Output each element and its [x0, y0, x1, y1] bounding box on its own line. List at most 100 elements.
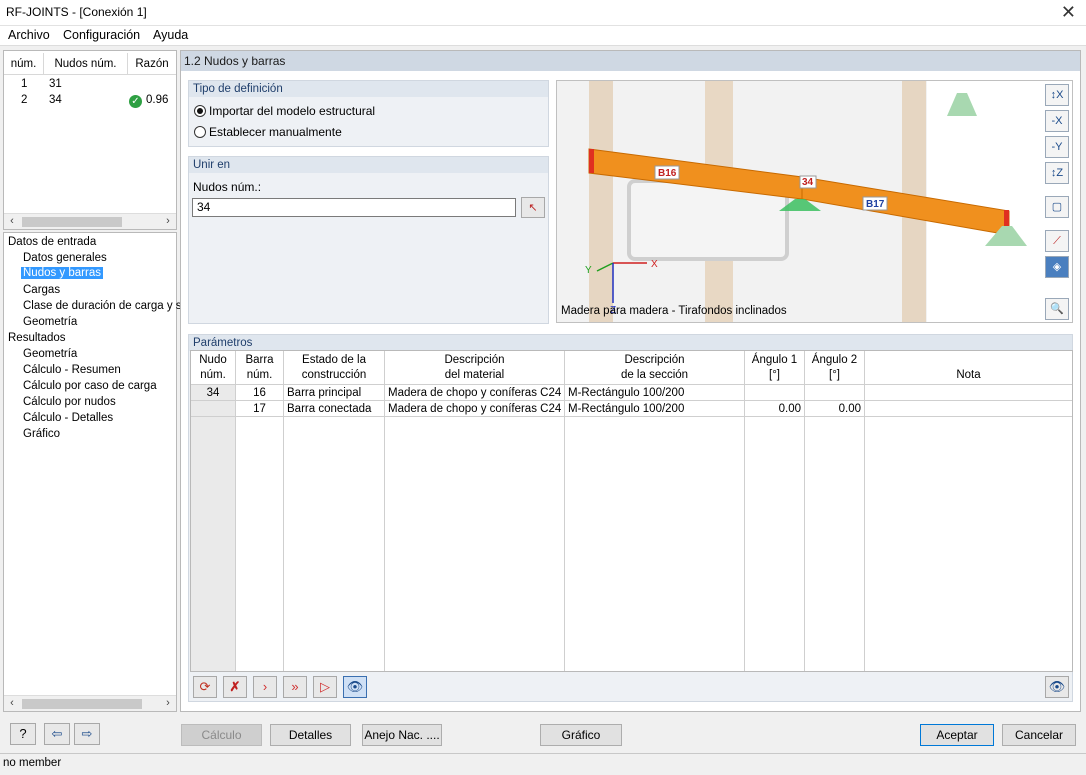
tree-input-root[interactable]: Datos de entrada [8, 236, 96, 248]
tree-results-root[interactable]: Resultados [8, 332, 66, 344]
cell-section[interactable]: M-Rectángulo 100/200 [565, 385, 745, 401]
tree-item-nudos-y-barras[interactable]: Nudos y barras [21, 267, 103, 279]
cell-state[interactable]: Barra principal [284, 385, 385, 401]
calc-button[interactable]: Cálculo [181, 724, 262, 746]
view-caption: Madera para madera - Tirafondos inclinad… [561, 305, 787, 317]
radio-import[interactable] [194, 105, 206, 117]
col-nodes[interactable]: Nudos núm. [44, 53, 128, 75]
cell-bar[interactable]: 16 [236, 385, 284, 401]
table-row[interactable]: 2 34 ✓ 0.96 [4, 94, 176, 110]
cell-material[interactable]: Madera de chopo y coníferas C24 [385, 401, 565, 417]
col-ratio[interactable]: Razón [128, 53, 176, 75]
eye-icon[interactable]: 👁 [1045, 676, 1069, 698]
add-icon[interactable]: ▷ [313, 676, 337, 698]
tree-item-calculo-caso-carga[interactable]: Cálculo por caso de carga [23, 380, 157, 392]
tree-item-calculo-nudos[interactable]: Cálculo por nudos [23, 396, 116, 408]
col-section[interactable]: Descripción de la sección [565, 351, 745, 385]
model-view[interactable]: B16 B17 34 X Y Z Madera para madera - Ti… [556, 80, 1073, 323]
col-num[interactable]: núm. [4, 53, 44, 75]
col-node[interactable]: Nudo núm. [191, 351, 236, 385]
radio-import-label[interactable]: Importar del modelo estructural [209, 104, 375, 118]
cell-material[interactable]: Madera de chopo y coníferas C24 [385, 385, 565, 401]
cell-angle2[interactable]: 0.00 [805, 401, 865, 417]
delete-icon[interactable]: ✗ [223, 676, 247, 698]
refresh-icon[interactable]: ⟳ [193, 676, 217, 698]
axis-x-label: X [651, 259, 658, 270]
view-minus-x-icon[interactable]: -X [1045, 110, 1069, 132]
scroll-right-icon[interactable]: › [160, 214, 176, 230]
scroll-right-icon[interactable]: › [160, 696, 176, 712]
definition-type-group: Tipo de definición Importar del modelo e… [188, 80, 549, 147]
cell-angle2[interactable] [805, 385, 865, 401]
cell-node[interactable] [191, 401, 236, 417]
col-divider [283, 417, 284, 671]
nodes-input[interactable]: 34 [192, 198, 516, 217]
close-icon[interactable]: ✕ [1061, 2, 1076, 23]
tree-item-calculo-detalles[interactable]: Cálculo - Detalles [23, 412, 113, 424]
col-material[interactable]: Descripción del material [385, 351, 565, 385]
view-minus-y-icon[interactable]: -Y [1045, 136, 1069, 158]
view-filter-icon[interactable]: 👁 [343, 676, 367, 698]
cell-section[interactable]: M-Rectángulo 100/200 [565, 401, 745, 417]
measure-icon[interactable]: ⟋ [1045, 230, 1069, 252]
col-angle1[interactable]: Ángulo 1 [°] [745, 351, 805, 385]
col-bar[interactable]: Barra núm. [236, 351, 284, 385]
last-icon[interactable]: » [283, 676, 307, 698]
cell-note[interactable] [865, 401, 1072, 417]
help-icon[interactable]: ? [10, 723, 36, 745]
annex-button[interactable]: Anejo Nac. .... [362, 724, 442, 746]
nodes-label: Nudos núm.: [193, 180, 262, 194]
view-x-icon[interactable]: ↕X [1045, 84, 1069, 106]
zoom-icon[interactable]: 🔍 [1045, 298, 1069, 320]
col-state[interactable]: Estado de la construcción [284, 351, 385, 385]
radio-manual-label[interactable]: Establecer manualmente [209, 125, 342, 139]
scroll-left-icon[interactable]: ‹ [4, 214, 20, 230]
graphic-button[interactable]: Gráfico [540, 724, 622, 746]
next-icon[interactable]: › [253, 676, 277, 698]
cell-angle1[interactable]: 0.00 [745, 401, 805, 417]
cell-bar[interactable]: 17 [236, 401, 284, 417]
tree-item-cargas[interactable]: Cargas [23, 284, 60, 296]
pick-node-icon[interactable]: ↖ [521, 197, 545, 218]
col-angle2[interactable]: Ángulo 2 [°] [805, 351, 865, 385]
tree-item-geometria[interactable]: Geometría [23, 316, 77, 328]
menu-configuracion[interactable]: Configuración [63, 28, 140, 42]
cell-note[interactable] [865, 385, 1072, 401]
menu-archivo[interactable]: Archivo [8, 28, 50, 42]
horizontal-scrollbar[interactable]: ‹ › [4, 695, 176, 711]
col-divider [804, 417, 805, 671]
menu-ayuda[interactable]: Ayuda [153, 28, 188, 42]
view-z-icon[interactable]: ↕Z [1045, 162, 1069, 184]
scroll-left-icon[interactable]: ‹ [4, 696, 20, 712]
horizontal-scrollbar[interactable]: ‹ › [4, 213, 176, 229]
export-icon[interactable]: ⇨ [74, 723, 100, 745]
radio-manual[interactable] [194, 126, 206, 138]
render-icon[interactable]: ◈ [1045, 256, 1069, 278]
cell-node[interactable]: 34 [191, 385, 236, 401]
details-button[interactable]: Detalles [270, 724, 351, 746]
row-ratio: 0.96 [146, 94, 169, 106]
connections-table: núm. Nudos núm. Razón 1 31 2 34 ✓ 0.96 ‹… [3, 50, 177, 230]
model-view-svg: B16 B17 34 X Y Z [585, 81, 1072, 322]
tree-item-res-geometria[interactable]: Geometría [23, 348, 77, 360]
window-title: RF-JOINTS - [Conexión 1] [6, 5, 147, 19]
accept-button[interactable]: Aceptar [920, 724, 994, 746]
row-nodes: 34 [49, 94, 62, 106]
cancel-button[interactable]: Cancelar [1002, 724, 1076, 746]
cell-angle1[interactable] [745, 385, 805, 401]
table-row[interactable]: 1 31 [4, 78, 176, 94]
scroll-thumb[interactable] [22, 699, 142, 709]
col-note[interactable]: Nota [865, 351, 1072, 385]
title-bar: RF-JOINTS - [Conexión 1] ✕ [0, 0, 1086, 26]
tree-item-clase-duracion[interactable]: Clase de duración de carga y se [23, 300, 188, 312]
cell-state[interactable]: Barra conectada [284, 401, 385, 417]
import-icon[interactable]: ⇦ [44, 723, 70, 745]
row-header-strip [191, 417, 236, 671]
status-text: no member [3, 757, 62, 769]
view-iso-icon[interactable]: ▢ [1045, 196, 1069, 218]
join-title: Unir en [189, 157, 548, 173]
tree-item-datos-generales[interactable]: Datos generales [23, 252, 107, 264]
tree-item-grafico[interactable]: Gráfico [23, 428, 60, 440]
scroll-thumb[interactable] [22, 217, 122, 227]
tree-item-calculo-resumen[interactable]: Cálculo - Resumen [23, 364, 121, 376]
